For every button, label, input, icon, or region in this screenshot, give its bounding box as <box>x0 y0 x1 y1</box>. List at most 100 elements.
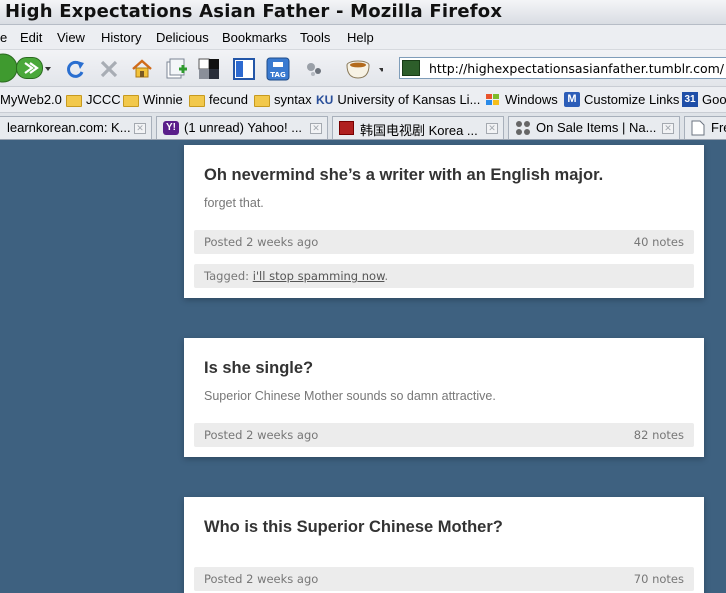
home-icon <box>132 59 152 78</box>
tab-close-icon[interactable]: ✕ <box>662 123 674 134</box>
post-card: Oh nevermind she’s a writer with an Engl… <box>184 145 704 298</box>
post-meta-bar: Posted 2 weeks ago 70 notes <box>194 567 694 591</box>
bookmark-label: MyWeb2.0 <box>0 92 62 107</box>
post-date-link[interactable]: Posted 2 weeks ago <box>204 572 318 586</box>
post-notes-link[interactable]: 40 notes <box>634 235 684 249</box>
tab-title: learnkorean.com: K... <box>7 120 131 135</box>
post-notes-link[interactable]: 70 notes <box>634 572 684 586</box>
tag-suffix: . <box>384 269 389 283</box>
site-icon <box>339 121 354 135</box>
tags-label: Tagged: <box>204 269 253 283</box>
calendar-icon: 31 <box>682 92 698 107</box>
sidebar-button[interactable] <box>231 56 257 82</box>
bookmark-label: Goo <box>702 92 726 107</box>
forward-arrow-icon <box>16 57 51 79</box>
tab-learnkorean[interactable]: learnkorean.com: K... ✕ <box>0 116 152 139</box>
post-title[interactable]: Oh nevermind she’s a writer with an Engl… <box>204 166 603 185</box>
tab-title: Fre <box>711 120 726 135</box>
menu-edit[interactable]: Edit <box>20 30 42 45</box>
post-title[interactable]: Who is this Superior Chinese Mother? <box>204 518 503 537</box>
window-title-bar: High Expectations Asian Father - Mozilla… <box>0 0 726 25</box>
post-date-link[interactable]: Posted 2 weeks ago <box>204 235 318 249</box>
bookmark-folder-fecund[interactable]: fecund <box>189 92 248 107</box>
menu-view[interactable]: View <box>57 30 85 45</box>
tab-free[interactable]: Fre <box>684 116 726 139</box>
tab-close-icon[interactable]: ✕ <box>134 123 146 134</box>
folder-icon <box>254 94 270 107</box>
add-page-icon <box>166 58 187 79</box>
yahoo-icon: Y! <box>163 121 179 135</box>
tab-title: 韩国电视剧 Korea ... <box>360 123 478 138</box>
bookmark-sidebar-icon <box>233 58 255 80</box>
post-body: forget that. <box>204 196 264 210</box>
reload-icon <box>67 60 84 78</box>
bookmark-label: Customize Links <box>584 92 680 107</box>
coffee-cup-icon <box>346 60 383 79</box>
bookmark-label: Windows <box>505 92 558 107</box>
menu-history[interactable]: History <box>101 30 141 45</box>
molecule-icon <box>307 63 321 76</box>
post-meta-bar: Posted 2 weeks ago 40 notes <box>194 230 694 254</box>
ku-icon: KU <box>316 92 334 107</box>
post-meta-bar: Posted 2 weeks ago 82 notes <box>194 423 694 447</box>
home-button[interactable] <box>129 56 155 82</box>
forward-button[interactable] <box>16 57 54 79</box>
bookmark-google[interactable]: 31 Goo <box>682 92 726 107</box>
post-tags-bar: Tagged: i'll stop spamming now. <box>194 264 694 288</box>
delicious-button[interactable] <box>196 56 222 82</box>
folder-icon <box>189 94 205 107</box>
bookmark-folder-jccc[interactable]: JCCC <box>66 92 121 107</box>
bookmark-label: fecund <box>209 92 249 107</box>
tag-link[interactable]: i'll stop spamming now <box>253 269 385 283</box>
bookmark-label: Winnie <box>143 92 183 107</box>
reload-button[interactable] <box>62 56 88 82</box>
windows-logo-icon <box>486 93 499 105</box>
post-body: Superior Chinese Mother sounds so damn a… <box>204 389 496 403</box>
bookmark-customize-links[interactable]: M Customize Links <box>564 92 679 107</box>
menu-help[interactable]: Help <box>347 30 374 45</box>
post-card: Is she single? Superior Chinese Mother s… <box>184 338 704 457</box>
coffee-button[interactable] <box>343 56 383 82</box>
url-text: http://highexpectationsasianfather.tumbl… <box>429 61 724 76</box>
tab-title: (1 unread) Yahoo! ... <box>184 120 303 135</box>
folder-icon <box>123 94 139 107</box>
tab-title: On Sale Items | Na... <box>536 120 657 135</box>
post-title[interactable]: Is she single? <box>204 359 313 378</box>
tab-close-icon[interactable]: ✕ <box>486 123 498 134</box>
svg-text:TAG: TAG <box>270 71 286 79</box>
menu-tools[interactable]: Tools <box>300 30 330 45</box>
bookmark-label: University of Kansas Li... <box>337 92 481 107</box>
bookmark-windows[interactable]: Windows <box>485 92 558 107</box>
bookmark-folder-syntax[interactable]: syntax <box>254 92 312 107</box>
bookmark-folder-winnie[interactable]: Winnie <box>123 92 183 107</box>
bookmark-myweb[interactable]: MyWeb2.0 <box>0 92 62 107</box>
navigation-toolbar: TAG http://highexpectationsasianfather.t… <box>0 50 726 87</box>
site-favicon-icon <box>402 60 420 76</box>
folder-icon <box>66 94 82 107</box>
menu-bookmarks[interactable]: Bookmarks <box>222 30 287 45</box>
window-title: High Expectations Asian Father - Mozilla… <box>5 1 503 22</box>
menu-delicious[interactable]: Delicious <box>156 30 209 45</box>
tab-korean-drama[interactable]: 韩国电视剧 Korea ... ✕ <box>332 116 504 139</box>
post-date-link[interactable]: Posted 2 weeks ago <box>204 428 318 442</box>
tab-close-icon[interactable]: ✕ <box>310 123 322 134</box>
menu-file[interactable]: e <box>0 30 7 45</box>
delicious-icon <box>198 58 219 79</box>
page-icon <box>691 120 705 136</box>
menu-bar: e Edit View History Delicious Bookmarks … <box>0 25 726 50</box>
post-card: Who is this Superior Chinese Mother? Pos… <box>184 497 704 593</box>
post-notes-link[interactable]: 82 notes <box>634 428 684 442</box>
address-bar[interactable]: http://highexpectationsasianfather.tumbl… <box>399 57 726 79</box>
customize-links-icon: M <box>564 92 580 107</box>
stop-button[interactable] <box>96 56 122 82</box>
bookmarks-toolbar: MyWeb2.0 JCCC Winnie fecund syntax KU Uni… <box>0 87 726 113</box>
tab-yahoo[interactable]: Y! (1 unread) Yahoo! ... ✕ <box>156 116 328 139</box>
bookmark-label: syntax <box>274 92 312 107</box>
extension-button[interactable] <box>301 56 327 82</box>
new-tab-button[interactable] <box>163 56 189 82</box>
stop-icon <box>100 60 118 78</box>
tag-button[interactable]: TAG <box>265 56 291 82</box>
tag-icon: TAG <box>266 57 290 81</box>
tab-on-sale-items[interactable]: On Sale Items | Na... ✕ <box>508 116 680 139</box>
bookmark-university-kansas[interactable]: KU University of Kansas Li... <box>316 92 480 107</box>
